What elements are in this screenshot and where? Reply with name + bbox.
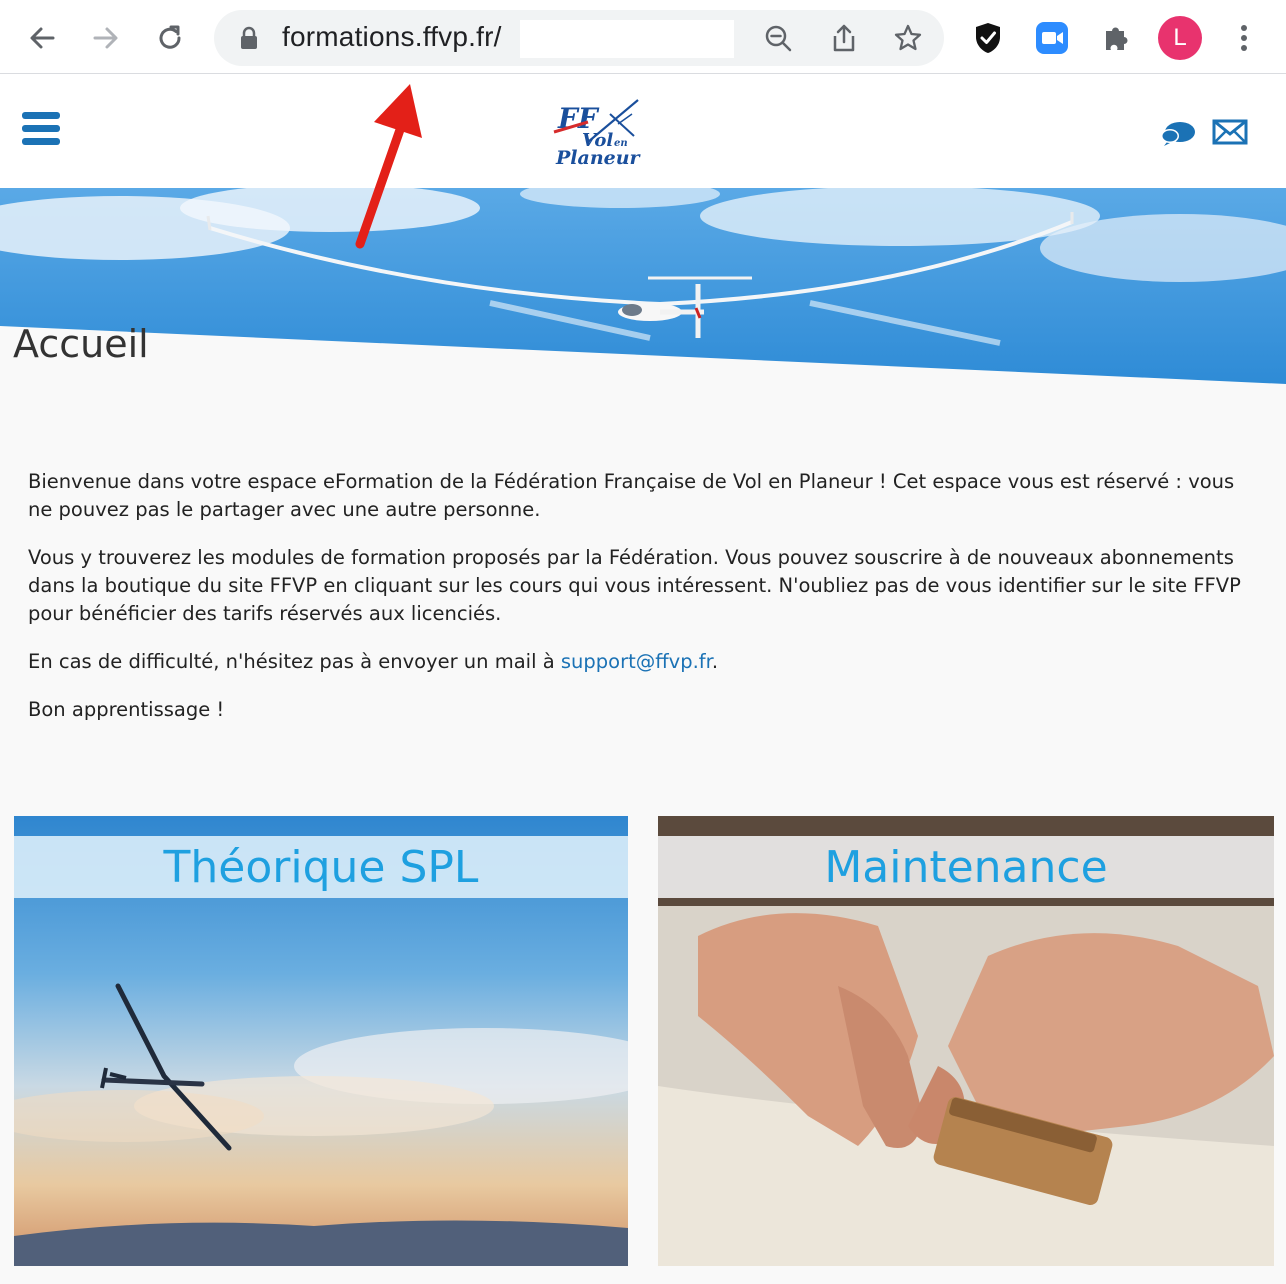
- course-card-maintenance[interactable]: Maintenance: [658, 816, 1274, 1266]
- modules-paragraph: Vous y trouverez les modules de formatio…: [28, 546, 1241, 625]
- support-text: En cas de difficulté, n'hésitez pas à en…: [28, 650, 561, 673]
- closing-paragraph: Bon apprentissage !: [28, 698, 225, 721]
- ffvp-logo[interactable]: FF Vol en Planeur: [548, 94, 644, 172]
- back-icon[interactable]: [20, 16, 64, 60]
- welcome-paragraph: Bienvenue dans votre espace eFormation d…: [28, 470, 1235, 521]
- puzzle-extensions-icon[interactable]: [1096, 18, 1136, 58]
- course-card-theorique-spl[interactable]: Théorique SPL: [14, 816, 628, 1266]
- shield-extension-icon[interactable]: [968, 18, 1008, 58]
- chat-bubbles-icon[interactable]: [1158, 118, 1198, 152]
- kebab-menu-icon[interactable]: [1224, 18, 1264, 58]
- url-text[interactable]: formations.ffvp.fr/: [282, 21, 502, 53]
- course-title-band: Théorique SPL: [14, 836, 628, 898]
- support-email-link[interactable]: support@ffvp.fr: [561, 650, 712, 673]
- support-paragraph: En cas de difficulté, n'hésitez pas à en…: [28, 648, 1260, 676]
- zoom-out-icon[interactable]: [760, 20, 796, 56]
- course-title[interactable]: Théorique SPL: [164, 842, 479, 893]
- site-header: FF Vol en Planeur: [0, 74, 1286, 188]
- lock-icon[interactable]: [238, 26, 262, 52]
- reload-icon[interactable]: [148, 16, 192, 60]
- url-redaction: [520, 20, 734, 58]
- mail-icon[interactable]: [1212, 118, 1252, 152]
- logo-planeur: Planeur: [555, 147, 642, 169]
- welcome-text: Bienvenue dans votre espace eFormation d…: [28, 468, 1260, 744]
- address-bar[interactable]: formations.ffvp.fr/: [214, 10, 944, 66]
- page-title: Accueil: [13, 322, 149, 366]
- support-text-end: .: [711, 650, 719, 673]
- course-title[interactable]: Maintenance: [824, 842, 1107, 893]
- red-annotation-arrow: [355, 84, 422, 249]
- hero-banner: [0, 188, 1286, 384]
- share-icon[interactable]: [826, 20, 862, 56]
- zoom-video-extension-icon[interactable]: [1032, 18, 1072, 58]
- course-title-band: Maintenance: [658, 836, 1274, 898]
- bookmark-star-icon[interactable]: [890, 20, 926, 56]
- browser-toolbar: formations.ffvp.fr/ L: [0, 0, 1286, 74]
- profile-avatar[interactable]: L: [1158, 16, 1202, 60]
- hamburger-menu-icon[interactable]: [22, 112, 60, 146]
- forward-icon[interactable]: [84, 16, 128, 60]
